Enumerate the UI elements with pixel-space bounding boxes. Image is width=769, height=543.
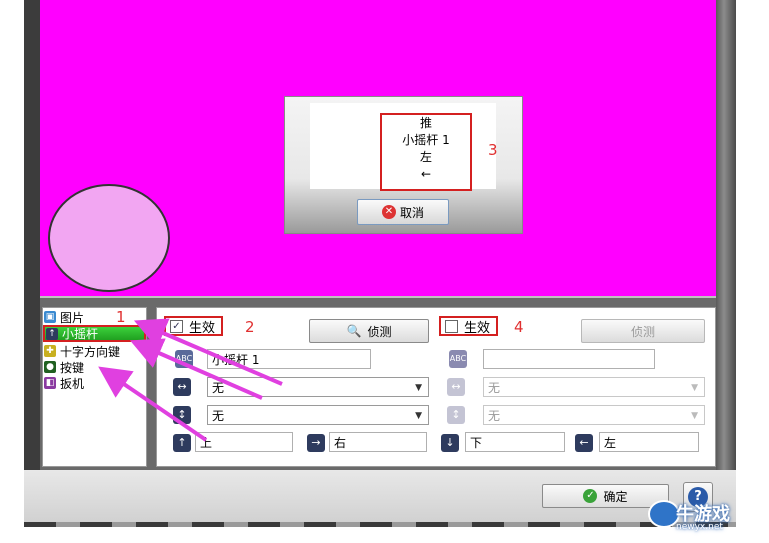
select-value: 无 bbox=[488, 409, 501, 423]
left-arrow-icon: ← bbox=[575, 434, 593, 452]
right-arrow-icon: → bbox=[307, 434, 325, 452]
right-enabled-label: 生效 bbox=[464, 320, 491, 336]
checkmark-icon: ✓ bbox=[583, 489, 598, 503]
annotation-3: 3 bbox=[488, 141, 498, 159]
ok-label: 确定 bbox=[603, 489, 628, 504]
dpad-icon: ✚ bbox=[44, 345, 56, 357]
watermark-sub: newyx.net bbox=[676, 522, 723, 532]
cancel-button[interactable]: ✕ 取消 bbox=[357, 199, 449, 225]
chevron-down-icon: ▼ bbox=[691, 383, 698, 393]
watermark: 牛游戏 newyx.net bbox=[646, 500, 730, 532]
up-key-field[interactable]: 上 bbox=[195, 432, 293, 452]
select-value: 无 bbox=[212, 381, 225, 395]
popup-content: 推 小摇杆 1 左 ← 3 bbox=[310, 103, 498, 191]
down-arrow-icon: ↓ bbox=[441, 434, 459, 452]
down-key-field[interactable]: 下 bbox=[465, 432, 565, 452]
vertical-axis-icon: ↕ bbox=[447, 406, 465, 424]
right-horizontal-select[interactable]: 无 ▼ bbox=[483, 377, 705, 397]
chevron-down-icon: ▼ bbox=[691, 411, 698, 421]
list-item-picture[interactable]: ▣ 图片 bbox=[43, 310, 118, 325]
list-item-label: 十字方向键 bbox=[60, 344, 121, 359]
popup-binding-box: 推 小摇杆 1 左 ← bbox=[380, 113, 472, 191]
name-icon: ABC bbox=[449, 350, 467, 368]
list-item-trigger[interactable]: ◧ 扳机 bbox=[43, 376, 133, 391]
binding-editor: ✓ 生效 2 🔍 侦测 ABC 小摇杆 1 ↔ 无 ▼ ↕ 无 ▼ ↑ 上 → … bbox=[156, 307, 716, 467]
cancel-label: 取消 bbox=[399, 205, 424, 220]
left-key-field[interactable]: 左 bbox=[599, 432, 699, 452]
right-enabled-checkbox[interactable]: 生效 bbox=[439, 316, 499, 336]
popup-control: 小摇杆 1 bbox=[402, 133, 450, 147]
vertical-axis-icon: ↕ bbox=[173, 406, 191, 424]
trigger-icon: ◧ bbox=[44, 377, 56, 389]
annotation-4: 4 bbox=[514, 318, 524, 336]
left-enabled-label: 生效 bbox=[189, 320, 216, 336]
left-name-field[interactable]: 小摇杆 1 bbox=[207, 349, 371, 369]
checkbox-checked-icon: ✓ bbox=[170, 319, 183, 333]
right-name-field[interactable] bbox=[483, 349, 655, 369]
mapping-popup: 推 小摇杆 1 左 ← 3 ✕ 取消 bbox=[284, 96, 523, 234]
probe-icon: 🔍 bbox=[346, 324, 362, 338]
list-item-dpad[interactable]: ✚ 十字方向键 bbox=[43, 344, 146, 359]
right-detect-label: 侦测 bbox=[630, 324, 655, 339]
list-item-label: 按键 bbox=[60, 360, 85, 375]
annotation-1: 1 bbox=[116, 308, 126, 326]
right-vertical-select[interactable]: 无 ▼ bbox=[483, 405, 705, 425]
control-type-list: ▣ 图片 ↑ 小摇杆 ✚ 十字方向键 ● 按键 ◧ 扳机 bbox=[42, 307, 147, 467]
chevron-down-icon: ▼ bbox=[415, 383, 422, 393]
picture-icon: ▣ bbox=[44, 311, 56, 323]
cancel-icon: ✕ bbox=[381, 205, 396, 219]
list-item-label: 小摇杆 bbox=[62, 327, 99, 341]
list-item-joystick[interactable]: ↑ 小摇杆 bbox=[43, 325, 146, 342]
joystick-icon: ↑ bbox=[46, 327, 58, 340]
window-border bbox=[716, 0, 736, 527]
left-detect-label: 侦测 bbox=[367, 324, 392, 339]
list-item-button[interactable]: ● 按键 bbox=[43, 360, 133, 375]
up-arrow-icon: ↑ bbox=[173, 434, 191, 452]
chevron-down-icon: ▼ bbox=[415, 411, 422, 421]
button-icon: ● bbox=[44, 361, 56, 373]
left-vertical-select[interactable]: 无 ▼ bbox=[207, 405, 429, 425]
right-key-field[interactable]: 右 bbox=[329, 432, 427, 452]
popup-arrow-icon: ← bbox=[420, 167, 432, 181]
list-item-label: 图片 bbox=[60, 310, 85, 325]
right-detect-button[interactable]: 侦测 bbox=[581, 319, 705, 343]
bottom-strip bbox=[24, 522, 736, 527]
select-value: 无 bbox=[488, 381, 501, 395]
joystick-circle[interactable] bbox=[48, 184, 170, 292]
popup-action: 推 bbox=[419, 116, 432, 130]
annotation-2: 2 bbox=[245, 318, 255, 336]
list-item-label: 扳机 bbox=[60, 376, 85, 391]
horizontal-axis-icon: ↔ bbox=[173, 378, 191, 396]
popup-direction: 左 bbox=[419, 150, 432, 164]
left-enabled-checkbox[interactable]: ✓ 生效 bbox=[164, 316, 224, 336]
left-horizontal-select[interactable]: 无 ▼ bbox=[207, 377, 429, 397]
checkbox-unchecked-icon bbox=[445, 319, 458, 333]
left-detect-button[interactable]: 🔍 侦测 bbox=[309, 319, 429, 343]
horizontal-axis-icon: ↔ bbox=[447, 378, 465, 396]
name-icon: ABC bbox=[175, 350, 193, 368]
select-value: 无 bbox=[212, 409, 225, 423]
